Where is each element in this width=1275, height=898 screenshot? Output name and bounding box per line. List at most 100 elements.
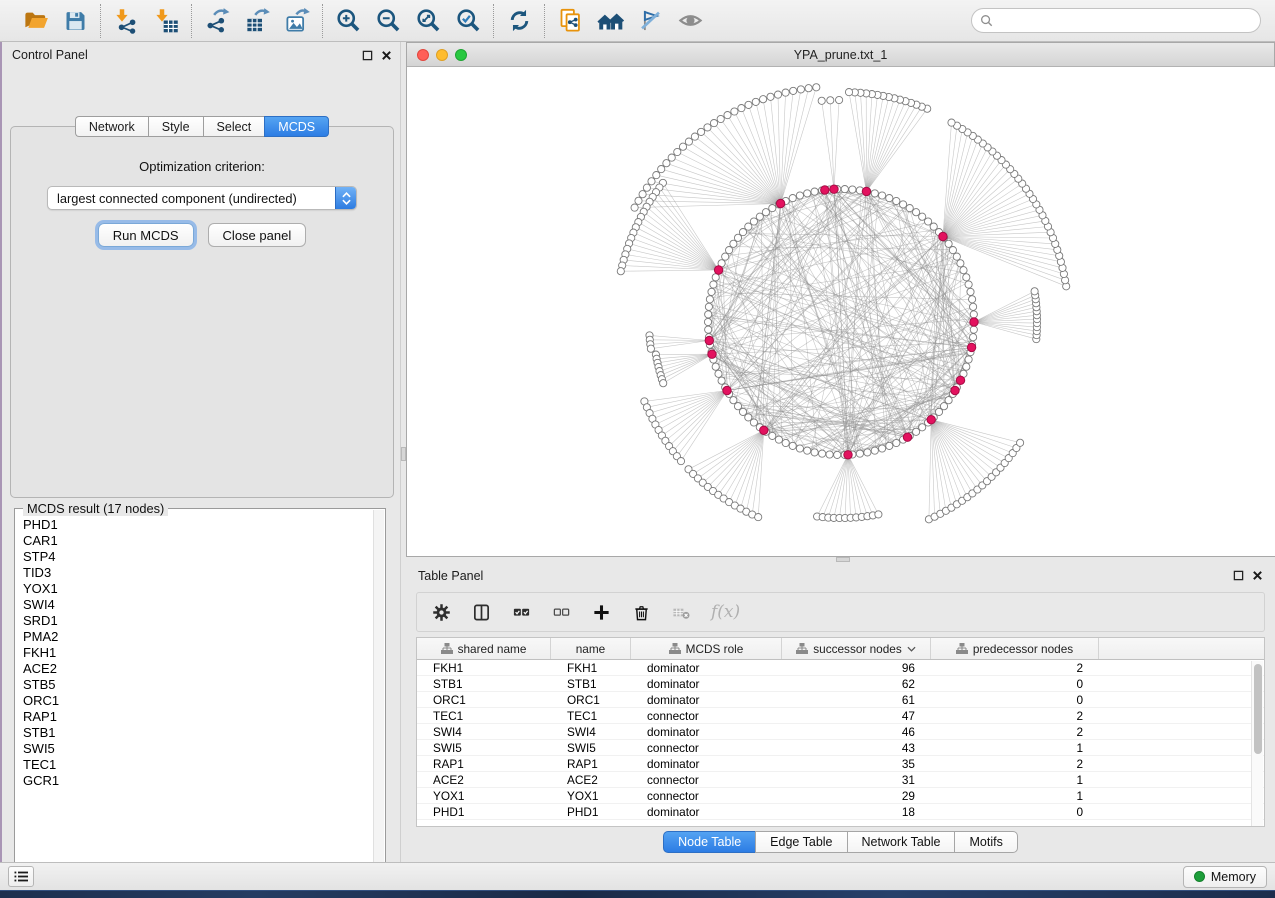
mcds-hub-node[interactable] [776, 199, 784, 207]
network-node[interactable] [960, 267, 967, 274]
mcds-result-scrollbar[interactable] [373, 510, 384, 878]
network-node[interactable] [734, 234, 741, 241]
network-node[interactable] [1017, 439, 1024, 446]
float-window-icon[interactable] [1233, 570, 1244, 581]
memory-button[interactable]: Memory [1183, 866, 1267, 888]
network-node[interactable] [715, 370, 722, 377]
mcds-node-item[interactable]: ACE2 [23, 661, 371, 677]
table-row[interactable]: FKH1FKH1dominator962 [417, 660, 1264, 676]
mcds-hub-node[interactable] [844, 451, 852, 459]
show-columns-button[interactable] [471, 602, 491, 622]
network-node[interactable] [648, 178, 655, 185]
network-node[interactable] [769, 432, 776, 439]
mcds-hub-node[interactable] [967, 343, 975, 351]
mcds-node-item[interactable]: SRD1 [23, 613, 371, 629]
network-node[interactable] [949, 247, 956, 254]
eye-button[interactable] [674, 5, 706, 37]
mcds-node-item[interactable]: RAP1 [23, 709, 371, 725]
network-node[interactable] [653, 172, 660, 179]
search-box[interactable] [971, 8, 1261, 33]
network-node[interactable] [970, 326, 977, 333]
delete-table-button[interactable] [671, 602, 691, 622]
table-row[interactable]: PHD1PHD1dominator180 [417, 804, 1264, 820]
open-file-button[interactable] [19, 5, 51, 37]
network-node[interactable] [900, 201, 907, 208]
network-node[interactable] [708, 288, 715, 295]
select-all-button[interactable] [511, 602, 531, 622]
network-node[interactable] [639, 191, 646, 198]
network-node[interactable] [739, 408, 746, 415]
network-node[interactable] [705, 326, 712, 333]
tab-mcds[interactable]: MCDS [264, 116, 329, 137]
column-header-successor-nodes[interactable]: successor nodes [782, 638, 931, 659]
divider-handle[interactable] [836, 557, 850, 562]
network-node[interactable] [957, 260, 964, 267]
save-session-button[interactable] [59, 5, 91, 37]
network-node[interactable] [925, 218, 932, 225]
table-row[interactable]: TEC1TEC1connector472 [417, 708, 1264, 724]
network-node[interactable] [660, 380, 667, 387]
network-node[interactable] [913, 209, 920, 216]
network-node[interactable] [755, 514, 762, 521]
network-node[interactable] [836, 96, 843, 103]
network-node[interactable] [679, 143, 686, 150]
network-node[interactable] [635, 197, 642, 204]
column-header-name[interactable]: name [551, 638, 631, 659]
network-node[interactable] [811, 188, 818, 195]
table-row[interactable]: ORC1ORC1dominator610 [417, 692, 1264, 708]
network-node[interactable] [970, 303, 977, 310]
add-column-button[interactable] [591, 602, 611, 622]
network-node[interactable] [940, 403, 947, 410]
mcds-node-item[interactable]: CAR1 [23, 533, 371, 549]
network-node[interactable] [722, 253, 729, 260]
network-node[interactable] [967, 288, 974, 295]
network-node[interactable] [790, 87, 797, 94]
network-node[interactable] [705, 303, 712, 310]
table-scrollbar[interactable] [1251, 661, 1263, 826]
table-row[interactable]: STB1STB1dominator620 [417, 676, 1264, 692]
network-node[interactable] [886, 442, 893, 449]
mcds-node-item[interactable]: FKH1 [23, 645, 371, 661]
mcds-hub-node[interactable] [708, 350, 716, 358]
tab-motifs[interactable]: Motifs [954, 831, 1017, 853]
network-node[interactable] [796, 445, 803, 452]
mcds-hub-node[interactable] [830, 185, 838, 193]
mcds-node-item[interactable]: GCR1 [23, 773, 371, 789]
network-node[interactable] [945, 240, 952, 247]
mcds-node-item[interactable]: TEC1 [23, 757, 371, 773]
function-builder-button[interactable]: f(x) [711, 602, 740, 622]
mcds-hub-node[interactable] [705, 336, 713, 344]
zoom-in-button[interactable] [332, 5, 364, 37]
network-node[interactable] [647, 345, 654, 352]
close-panel-button[interactable]: Close panel [208, 223, 307, 247]
float-window-icon[interactable] [362, 50, 373, 61]
network-node[interactable] [712, 274, 719, 281]
network-node[interactable] [970, 311, 977, 318]
network-node[interactable] [782, 89, 789, 96]
mcds-node-item[interactable]: STB1 [23, 725, 371, 741]
network-node[interactable] [826, 451, 833, 458]
network-node[interactable] [893, 197, 900, 204]
network-node[interactable] [745, 223, 752, 230]
mcds-node-item[interactable]: SWI5 [23, 741, 371, 757]
network-node[interactable] [849, 186, 856, 193]
network-node[interactable] [827, 97, 834, 104]
network-node[interactable] [643, 184, 650, 191]
network-node[interactable] [879, 192, 886, 199]
network-node[interactable] [769, 205, 776, 212]
network-node[interactable] [789, 442, 796, 449]
mcds-node-item[interactable]: SWI4 [23, 597, 371, 613]
network-node[interactable] [879, 445, 886, 452]
network-node[interactable] [677, 458, 684, 465]
network-node[interactable] [724, 112, 731, 119]
network-node[interactable] [663, 160, 670, 167]
table-row[interactable]: ACE2ACE2connector311 [417, 772, 1264, 788]
network-node[interactable] [953, 253, 960, 260]
network-node[interactable] [875, 511, 882, 518]
network-node[interactable] [674, 148, 681, 155]
network-node[interactable] [796, 192, 803, 199]
network-node[interactable] [818, 97, 825, 104]
export-table-button[interactable] [241, 5, 273, 37]
network-node[interactable] [871, 447, 878, 454]
network-node[interactable] [864, 449, 871, 456]
